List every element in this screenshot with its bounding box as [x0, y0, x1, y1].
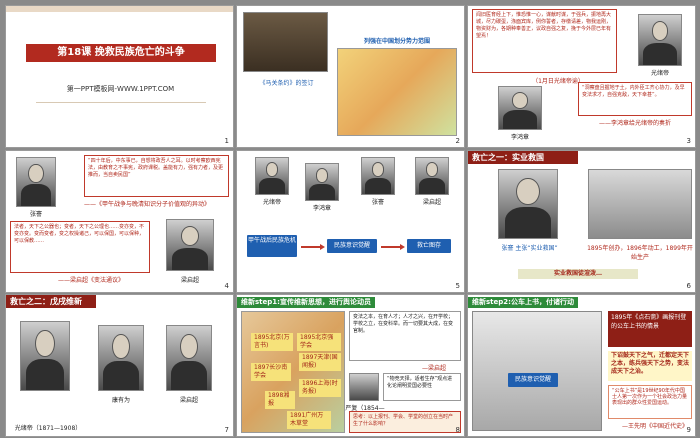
slide-header: 维新step1:宣传维新思想，进行舆论动员 [237, 297, 375, 308]
li-quote: “洞察盘且握地于土，内外臣工齐心协力，及早变法求才，自强克敌，天下幸甚”。 [578, 82, 692, 116]
flow-arrow-1 [301, 244, 325, 250]
slide-number: 5 [455, 282, 460, 290]
map-label-1: 1895北京(万言书) [251, 333, 293, 351]
liang-qichao-portrait [166, 219, 214, 271]
li-source: ——李鸿章给光绪帝的奏折 [598, 120, 671, 127]
portrait-caption-1: 光绪帝 [262, 199, 281, 206]
petition-quote: 下诏鼓天下之气，迁都定天下之本，练兵强天下之势，变法成天下之治。 [608, 351, 692, 381]
portrait-3 [361, 157, 395, 195]
source-caption: —王先明《中国近代史》 [621, 423, 688, 430]
spheres-of-influence-map [337, 48, 457, 136]
source-quote: “公车上书”是19世纪90年代中国士人第一次作为一个社会政治力量表现出的群众性爱… [608, 385, 692, 419]
slide-number: 9 [686, 426, 691, 434]
portrait-caption-2: 李鸿章 [312, 205, 331, 212]
slide-number: 6 [686, 282, 691, 290]
petition-illustration [472, 311, 602, 431]
divider [36, 102, 206, 132]
reflection-question: 思考：以上报刊、学会、学堂的创立在当时产生了什么影响？ [349, 411, 461, 433]
portrait-caption-4: 梁启超 [422, 199, 441, 206]
map-label-4: 1896上海(时务报) [299, 379, 341, 397]
slide-sorter-grid: 第18课 挽救民族危亡的斗争 第一PPT模板网-WWW.1PPT.COM 1 《… [0, 0, 700, 438]
treaty-signing-photo [243, 12, 328, 72]
flow-arrow-2 [381, 244, 405, 250]
portrait-4 [415, 157, 449, 195]
factory-caption: 1895年创办，1896年动工，1899年开始生产 [587, 245, 693, 261]
source-1: ——《甲午战争与晚清知识分子价值观的异动》 [84, 201, 211, 208]
zhang-jian-photo [498, 169, 558, 239]
title-box: 1895年《点石斋》画报刊登的公车上书的情景 [608, 311, 692, 347]
guangxu-caption: 光绪帝（1871—1908） [14, 425, 82, 432]
map-title: 列强在中国划分势力范围 [363, 38, 430, 45]
slide-thumbnail-2[interactable]: 《马关条约》的签订 列强在中国划分势力范围 2 [236, 5, 465, 148]
quote-1: “四十年后，中东事已，自想将政吾人之耳。以时考察欧西宪法，由教育之不事宪，政府课… [84, 155, 229, 197]
slide-number: 8 [455, 426, 460, 434]
flow-box-1: 甲午战后民族危机 [247, 235, 297, 257]
slide-thumbnail-7[interactable]: 救亡之二：戊戌维新 光绪帝（1871—1908） 康有为 梁启超 7 [5, 294, 234, 437]
slide-header: 救亡之二：戊戌维新 [6, 295, 96, 308]
portrait-caption-3: 张謇 [371, 199, 384, 206]
slide-header: 救亡之一：实业救国 [468, 151, 578, 164]
guangxu-portrait [20, 321, 70, 391]
portrait-2 [305, 163, 339, 201]
slide-thumbnail-5[interactable]: 光绪帝 李鸿章 张謇 梁启超 甲午战后民族危机 民族意识觉醒 救亡图存 5 [236, 150, 465, 293]
map-label-2: 1895北京强学会 [297, 333, 341, 351]
slide-thumbnail-9[interactable]: 维新step2:公车上书，付诸行动 民族意识觉醒 1895年《点石斋》画报刊登的… [467, 294, 696, 437]
quote-source: —梁启超 [421, 365, 446, 372]
map-label-6: 1898湘报 [265, 391, 295, 409]
slide-number: 7 [224, 426, 229, 434]
slide-number: 2 [455, 137, 460, 145]
slide-thumbnail-8[interactable]: 维新step1:宣传维新思想，进行舆论动员 1895北京(万言书) 1895北京… [236, 294, 465, 437]
slide-thumbnail-6[interactable]: 救亡之一：实业救国 张謇 主张“实业救国” 1895年创办，1896年动工，18… [467, 150, 696, 293]
liang-caption: 梁启超 [179, 397, 198, 404]
book-text: “物竞天择，适者生存”观点进化论阐明爱国必要性 [383, 373, 461, 401]
slide-thumbnail-1[interactable]: 第18课 挽救民族危亡的斗争 第一PPT模板网-WWW.1PPT.COM 1 [5, 5, 234, 148]
quote-2: 法者，天下之公器也；变者，天下之公理也……变亦变，不变亦变。变而变者，变之权操诸… [10, 221, 150, 273]
reform-quote: 变法之本，在育人才；人才之兴，在开学校；学校之立，在变科举。而一切要其大成，在变… [349, 311, 461, 361]
yan-fu-book [349, 373, 379, 401]
slide-thumbnail-3[interactable]: 闻旧医育经上下，惟恐惟一心，谋献时谋，于强兵，振地再大城，尽力碳蛋，涤面宾库，例… [467, 5, 696, 148]
zhang-jian-portrait [16, 157, 56, 207]
kang-caption: 康有为 [111, 397, 130, 404]
li-caption: 李鸿章 [510, 134, 529, 141]
guangxu-caption: 光绪帝 [650, 70, 669, 77]
edict-quote: 闻旧医育经上下，惟恐惟一心，谋献时谋，于强兵，振地再大城，尽力碳蛋，涤面宾库，例… [472, 9, 617, 73]
top-decor [6, 6, 233, 12]
slide-banner: 实业救国徒渲泼… [518, 269, 638, 279]
slide-subtitle: 第一PPT模板网-WWW.1PPT.COM [66, 85, 175, 93]
slide-number: 1 [224, 137, 229, 145]
slide-number: 4 [224, 282, 229, 290]
flow-box-2: 民族意识觉醒 [327, 239, 377, 253]
zhang-caption: 张謇 主张“实业救国” [501, 245, 558, 252]
kang-youwei-portrait [98, 325, 144, 391]
map-label-3: 1897长沙南学会 [251, 363, 291, 381]
liang-caption: 梁启超 [180, 277, 199, 284]
portrait-1 [255, 157, 289, 195]
liang-qichao-portrait [166, 325, 212, 391]
factory-photo [588, 169, 692, 239]
zhang-caption: 张謇 [29, 211, 42, 218]
slide-number: 3 [686, 137, 691, 145]
slide-header: 维新step2:公车上书，付诸行动 [468, 297, 578, 308]
map-label-7: 1891广州万木草堂 [287, 411, 331, 429]
guangxu-portrait [638, 14, 682, 66]
map-label-5: 1897天津(国闻报) [299, 353, 341, 371]
source-2: ——梁启超《变法通议》 [57, 277, 124, 284]
ethnic-awakening-button[interactable]: 民族意识觉醒 [508, 373, 558, 387]
photo-caption: 《马关条约》的签订 [259, 80, 314, 87]
flow-box-3: 救亡图存 [407, 239, 451, 253]
slide-thumbnail-4[interactable]: 张謇 “四十年后，中东事已，自想将政吾人之耳。以时考察欧西宪法，由教育之不事宪，… [5, 150, 234, 293]
li-hongzhang-portrait [498, 86, 542, 130]
slide-title: 第18课 挽救民族危亡的斗争 [57, 47, 185, 58]
